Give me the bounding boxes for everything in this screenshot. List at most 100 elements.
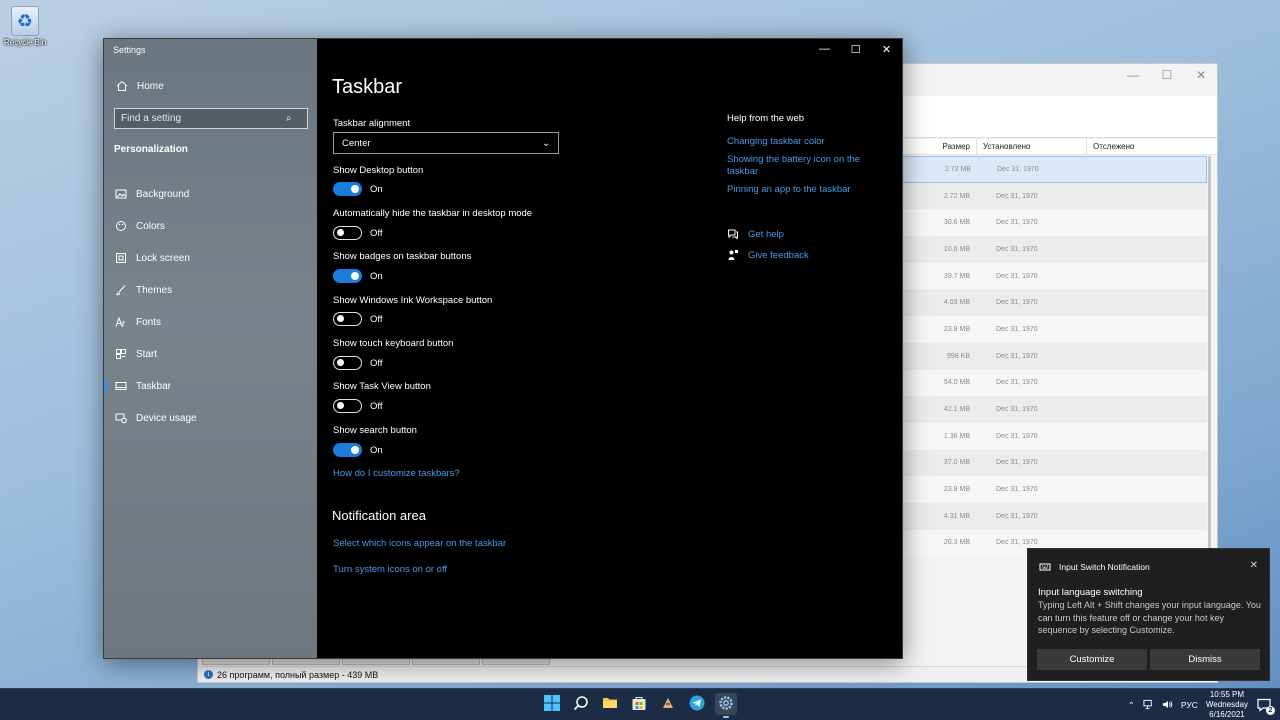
toast-body: Typing Left Alt + Shift changes your inp… [1038,600,1261,635]
help-link-pinning[interactable]: Pinning an app to the taskbar [727,184,872,196]
sidebar-item-device-usage[interactable]: Device usage [104,402,317,434]
recycle-bin-shortcut[interactable]: ♻ Recycle Bin [4,6,46,47]
sidebar-item-lock-screen[interactable]: Lock screen [104,242,317,274]
clock[interactable]: 10:55 PM Wednesday 6/16/2021 [1206,690,1248,720]
sidebar-item-label: Device usage [136,412,197,424]
program-list: 2.72 MB Dec 31, 1970 2.72 MB Dec 31, 1970 30… [901,156,1207,557]
image-icon [115,188,127,200]
start-button[interactable] [541,693,563,715]
network-icon[interactable] [1143,699,1154,712]
volume-icon[interactable] [1162,699,1173,712]
toggle-search-button[interactable] [333,443,362,457]
notification-area-heading: Notification area [332,508,426,523]
sidebar-item-background[interactable]: Background [104,178,317,210]
cell-size: 23.8 MB [943,325,970,333]
sidebar-item-themes[interactable]: Themes [104,274,317,306]
toggle-label-badges: Show badges on taskbar buttons [333,251,472,262]
column-header-size[interactable]: Размер [901,139,976,154]
toggle-task-view[interactable] [333,399,362,413]
store-button[interactable] [628,693,650,715]
toast-close-button[interactable]: ✕ [1250,560,1258,571]
maximize-button[interactable]: ☐ [840,39,871,59]
give-feedback-label: Give feedback [748,249,809,261]
table-row[interactable]: 23.8 MB Dec 31, 1970 [901,476,1207,503]
sidebar-item-label: Lock screen [136,252,190,264]
customize-button[interactable]: Customize [1037,649,1147,670]
table-row[interactable]: 998 KB Dec 31, 1970 [901,342,1207,370]
toggle-ink-workspace[interactable] [333,312,362,326]
brush-icon [115,284,127,296]
close-button[interactable]: ✕ [871,39,902,59]
search-input[interactable] [121,113,286,124]
windows-logo-icon [544,694,560,714]
table-row[interactable]: 2.72 MB Dec 31, 1970 [901,182,1207,210]
column-header-tracked[interactable]: Отслежено [1086,139,1156,154]
give-feedback-link[interactable]: Give feedback [727,249,809,261]
table-row[interactable]: 1.36 MB Dec 31, 1970 [901,422,1207,450]
cell-installed: Dec 31, 1970 [997,165,1039,173]
cell-installed: Dec 31, 1970 [996,432,1038,440]
table-row[interactable]: 23.8 MB Dec 31, 1970 [901,316,1207,343]
sidebar-item-start[interactable]: Start [104,338,317,370]
table-row[interactable]: 42.1 MB Dec 31, 1970 [901,396,1207,423]
table-row[interactable]: 54.0 MB Dec 31, 1970 [901,369,1207,397]
sidebar-item-colors[interactable]: Colors [104,210,317,242]
settings-app-button[interactable] [715,693,737,718]
taskbar-alignment-dropdown[interactable]: Center ⌄ [333,132,559,154]
notification-center-button[interactable]: 2 [1256,697,1275,715]
toggle-touch-keyboard[interactable] [333,356,362,370]
table-row[interactable]: 30.6 MB Dec 31, 1970 [901,209,1207,237]
search-button[interactable] [570,693,592,715]
sidebar-item-fonts[interactable]: Fonts [104,306,317,338]
table-header: Размер Установлено Отслежено [901,139,1217,155]
minimize-icon[interactable]: — [1127,68,1139,82]
scrollbar[interactable] [1208,156,1211,556]
minimize-button[interactable]: — [809,39,840,59]
telegram-button[interactable] [686,693,708,715]
select-icons-link[interactable]: Select which icons appear on the taskbar [333,538,506,549]
input-language-indicator[interactable]: РУС [1181,700,1198,710]
sidebar-item-taskbar[interactable]: Taskbar [104,370,317,402]
pinned-app-button[interactable] [657,693,679,715]
table-row[interactable]: 10.6 MB Dec 31, 1970 [901,236,1207,263]
taskbar: ⌃ РУС 10:55 PM Wednesday 6/16/2021 2 [0,688,1280,720]
cell-size: 998 KB [947,352,970,360]
cell-installed: Dec 31, 1970 [996,512,1038,520]
gear-icon [718,695,734,714]
toggle-label-show-desktop: Show Desktop button [333,165,424,176]
file-explorer-button[interactable] [599,693,621,715]
toggle-row-auto-hide: Off [333,226,383,240]
cell-size: 4.03 MB [943,299,970,307]
get-help-link[interactable]: Get help [727,228,784,240]
table-row[interactable]: 4.03 MB Dec 31, 1970 [901,289,1207,317]
home-icon [116,80,128,92]
table-row[interactable]: 37.0 MB Dec 31, 1970 [901,449,1207,477]
column-header-installed[interactable]: Установлено [976,139,1086,154]
input-switch-notification: Input Switch Notification ✕ Input langua… [1027,548,1270,681]
chevron-up-icon[interactable]: ⌃ [1128,700,1135,711]
maximize-icon[interactable]: ☐ [1161,68,1173,82]
toggle-auto-hide[interactable] [333,226,362,240]
search-box[interactable]: ⌕ [114,108,308,129]
cell-size: 10.6 MB [943,245,970,253]
toggle-state: On [370,444,383,456]
close-icon[interactable]: ✕ [1195,68,1207,82]
home-link[interactable]: Home [116,80,164,92]
customize-taskbars-link[interactable]: How do I customize taskbars? [333,468,460,479]
cell-size: 2.72 MB [943,192,970,200]
toggle-badges[interactable] [333,269,362,283]
table-row[interactable]: 39.7 MB Dec 31, 1970 [901,262,1207,290]
sidebar-item-label: Start [136,348,158,360]
cell-size: 42.1 MB [943,406,970,414]
system-icons-link[interactable]: Turn system icons on or off [333,564,447,575]
chat-help-icon [727,228,739,240]
telegram-icon [689,695,705,714]
help-link-taskbar-color[interactable]: Changing taskbar color [727,136,872,148]
table-row[interactable]: 4.31 MB Dec 31, 1970 [901,502,1207,530]
help-link-battery-icon[interactable]: Showing the battery icon on the taskbar [727,154,872,178]
home-label: Home [137,80,164,92]
table-row[interactable]: 2.72 MB Dec 31, 1970 [901,156,1207,183]
toggle-show-desktop[interactable] [333,182,362,196]
toggle-row-show-desktop: On [333,182,383,196]
dismiss-button[interactable]: Dismiss [1150,649,1260,670]
